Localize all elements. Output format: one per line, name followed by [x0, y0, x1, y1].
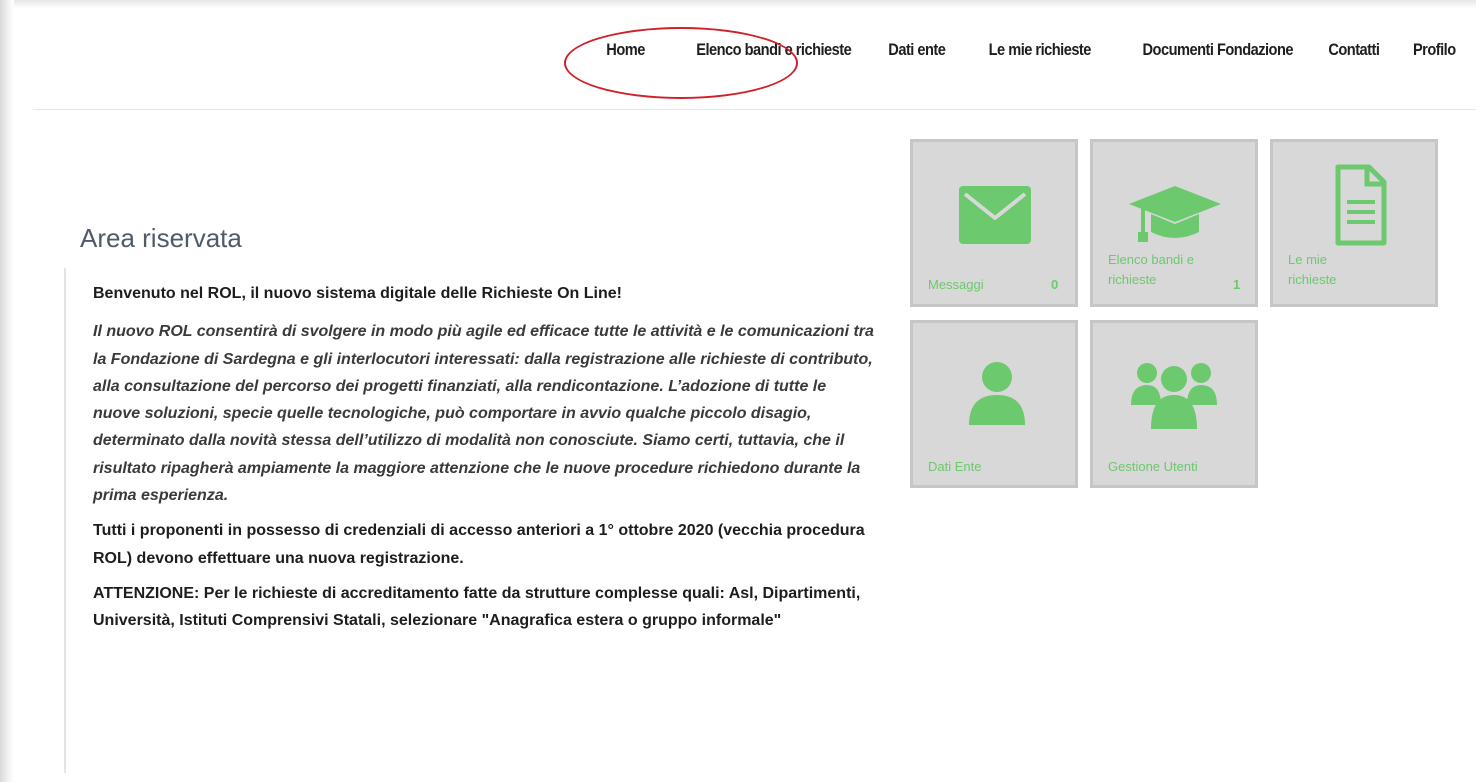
attention-note: ATTENZIONE: Per le richieste di accredit…: [93, 584, 861, 630]
users-group-icon: [1131, 363, 1217, 429]
graduation-cap-icon: [1129, 186, 1221, 242]
tile-label: Elenco bandi e richieste: [1108, 252, 1195, 287]
registration-note: Tutti i proponenti in possesso di creden…: [93, 522, 865, 567]
intro-paragraph: Il nuovo ROL consentirà di svolgere in m…: [93, 323, 874, 505]
tile-count: 0: [1051, 277, 1059, 292]
nav-dati-ente[interactable]: Dati ente: [888, 40, 946, 60]
tile-elenco-bandi[interactable]: Elenco bandi e richieste 1: [1090, 139, 1258, 307]
tile-count: 1: [1233, 277, 1241, 292]
tile-label: Dati Ente: [928, 459, 982, 474]
nav-divider: [33, 109, 1476, 110]
welcome-heading: Benvenuto nel ROL, il nuovo sistema digi…: [93, 285, 622, 302]
nav-contatti[interactable]: Contatti: [1328, 40, 1380, 60]
annotation-circle: [564, 27, 798, 99]
document-icon: [1335, 164, 1387, 246]
page-title: Area riservata: [80, 223, 242, 253]
page-frame-edge: [0, 0, 14, 782]
nav-home[interactable]: Home: [606, 40, 645, 60]
nav-documenti-fondazione[interactable]: Documenti Fondazione: [1142, 40, 1293, 60]
tile-label: Gestione Utenti: [1108, 459, 1198, 474]
tile-messaggi[interactable]: Messaggi 0: [910, 139, 1078, 307]
main-nav: Home Elenco bandi e richieste Dati ente …: [600, 40, 1457, 60]
tile-dati-ente[interactable]: Dati Ente: [910, 320, 1078, 488]
nav-elenco-bandi[interactable]: Elenco bandi e richieste: [697, 40, 853, 60]
nav-le-mie-richieste[interactable]: Le mie richieste: [989, 40, 1092, 60]
tile-label: Le mie richieste: [1288, 252, 1337, 287]
envelope-icon: [959, 186, 1031, 244]
user-icon: [969, 362, 1025, 425]
tile-le-mie-richieste[interactable]: Le mie richieste: [1270, 139, 1438, 307]
welcome-content: Benvenuto nel ROL, il nuovo sistema digi…: [64, 268, 876, 773]
page-frame-top: [0, 0, 1476, 8]
tile-label: Messaggi: [928, 277, 984, 292]
tile-gestione-utenti[interactable]: Gestione Utenti: [1090, 320, 1258, 488]
nav-profilo[interactable]: Profilo: [1413, 40, 1456, 60]
